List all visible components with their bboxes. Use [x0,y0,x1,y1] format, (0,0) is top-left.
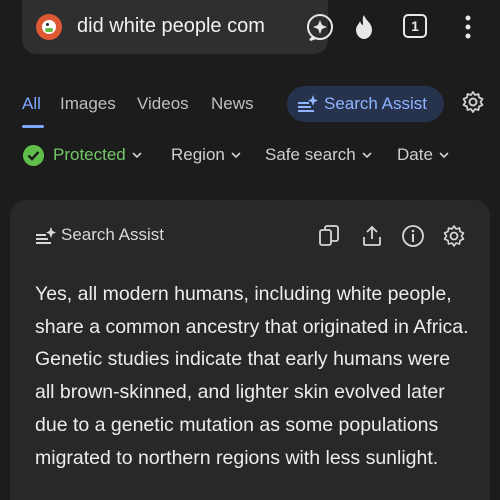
search-type-tabs: All Images Videos News Search Assist [0,70,500,130]
chevron-down-icon [439,152,449,159]
search-assist-bubble-icon[interactable] [305,12,335,42]
duckduckgo-logo-icon[interactable] [36,14,62,40]
region-label: Region [171,145,225,164]
protected-filter[interactable]: Protected [53,145,142,165]
copy-icon[interactable] [317,224,341,248]
tab-all[interactable]: All [22,94,41,114]
address-bar[interactable]: did white people com [22,0,333,54]
region-filter[interactable]: Region [171,145,241,165]
active-tab-indicator [22,125,44,128]
tab-images[interactable]: Images [60,94,116,114]
tabs-icon[interactable]: 1 [403,14,427,38]
search-query[interactable]: did white people com [77,15,297,38]
sparkle-list-icon [298,95,318,112]
card-title: Search Assist [61,225,164,244]
gear-icon[interactable] [461,90,485,114]
chevron-down-icon [132,152,142,159]
search-assist-card: Search Assist Yes, all modern humans, in… [10,200,490,500]
tab-news[interactable]: News [211,94,254,114]
search-assist-answer: Yes, all modern humans, including white … [35,283,469,469]
tab-videos[interactable]: Videos [137,94,189,114]
check-circle-icon [23,145,44,166]
filter-bar: Protected Region Safe search Date [0,136,500,176]
share-icon[interactable] [360,224,384,248]
safe-search-filter[interactable]: Safe search [265,145,372,165]
chevron-down-icon [231,152,241,159]
chevron-down-icon [362,152,372,159]
browser-toolbar: did white people com 1 [0,0,500,70]
date-label: Date [397,145,433,164]
info-icon[interactable] [401,224,425,248]
gear-icon[interactable] [442,224,466,248]
protected-label: Protected [53,145,126,164]
search-assist-label: Search Assist [324,94,427,113]
more-vert-icon[interactable] [458,12,478,42]
fire-icon[interactable] [350,13,378,41]
date-filter[interactable]: Date [397,145,449,165]
search-assist-button[interactable]: Search Assist [287,86,444,122]
safe-search-label: Safe search [265,145,356,164]
sparkle-list-icon [36,227,56,244]
